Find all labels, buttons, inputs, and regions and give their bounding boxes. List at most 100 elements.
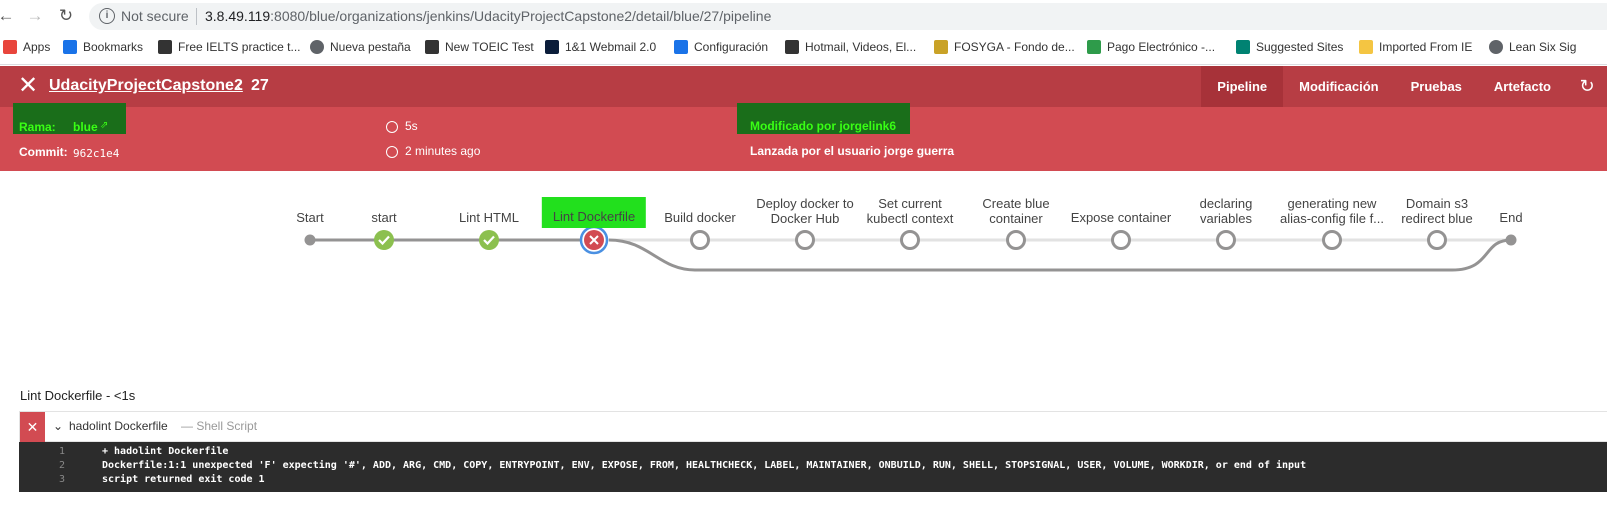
bookmark-item[interactable]: Imported From IE: [1359, 40, 1472, 54]
failed-status-icon: ✕: [20, 412, 45, 442]
bookmark-item[interactable]: Free IELTS practice t...: [158, 40, 300, 54]
yahoo-icon: [785, 40, 799, 54]
stage-label[interactable]: declaring variables: [1200, 196, 1253, 226]
bookmark-label: Free IELTS practice t...: [178, 40, 301, 54]
duration-icon: [386, 121, 398, 133]
stage-label[interactable]: Expose container: [1071, 210, 1171, 225]
address-divider: [196, 8, 197, 25]
address-bar[interactable]: i Not secure 3.8.49.119:8080/blue/organi…: [89, 3, 1607, 30]
launched-by: Lanzada por el usuario jorge guerra: [750, 144, 955, 158]
stage-not-run-node: [1427, 230, 1447, 250]
line-text: script returned exit code 1: [102, 474, 265, 485]
stage-label[interactable]: Lint Dockerfile: [541, 197, 647, 228]
connector-branch: [608, 238, 1512, 272]
rerun-icon[interactable]: ↻: [1567, 66, 1607, 107]
bookmark-label: Hotmail, Videos, El...: [805, 40, 917, 54]
gear-icon: [674, 40, 688, 54]
line-text: Dockerfile:1:1 unexpected 'F' expecting …: [102, 460, 1307, 471]
tab-tests[interactable]: Pruebas: [1395, 66, 1478, 107]
stage-not-run-node: [1006, 230, 1026, 250]
line-number[interactable]: 3: [59, 473, 65, 487]
bing-icon: [1236, 40, 1250, 54]
step-name: hadolint Dockerfile: [69, 419, 168, 433]
stage-label[interactable]: Start: [296, 210, 323, 225]
stage-label[interactable]: Domain s3 redirect blue: [1401, 196, 1473, 226]
star-icon: [63, 40, 77, 54]
bookmark-item[interactable]: Configuración: [674, 40, 768, 54]
endpoint-node: [1505, 234, 1517, 246]
commit-label: Commit:: [19, 145, 68, 159]
stage-not-run-node: [1322, 230, 1342, 250]
globe-icon: [310, 40, 324, 54]
bookmark-item[interactable]: New TOEIC Test: [425, 40, 534, 54]
bookmark-item[interactable]: Hotmail, Videos, El...: [785, 40, 916, 54]
globe-icon: [1489, 40, 1503, 54]
stage-success-node: [479, 230, 499, 250]
stage-label[interactable]: generating new alias-config file f...: [1280, 196, 1384, 226]
step-row[interactable]: ✕ ⌄ hadolint Dockerfile — Shell Script: [19, 411, 1607, 442]
bookmark-item[interactable]: Lean Six Sig: [1489, 40, 1576, 54]
reload-icon[interactable]: ↻: [56, 6, 76, 26]
commit-hash[interactable]: 962c1e4: [73, 147, 119, 160]
bookmark-label: Pago Electrónico -...: [1107, 40, 1216, 54]
forward-arrow-icon[interactable]: →: [25, 6, 45, 26]
tab-artifacts[interactable]: Artefacto: [1478, 66, 1567, 107]
bookmark-label: Bookmarks: [83, 40, 144, 54]
external-link-icon[interactable]: ⇗: [100, 120, 108, 131]
step-type: — Shell Script: [181, 419, 258, 433]
bookmark-item[interactable]: Bookmarks: [63, 40, 143, 54]
bookmark-item[interactable]: FOSYGA - Fondo de...: [934, 40, 1075, 54]
bookmark-item[interactable]: Suggested Sites: [1236, 40, 1343, 54]
bookmark-item[interactable]: Apps: [3, 40, 50, 54]
stage-not-run-node: [900, 230, 920, 250]
console-output: 1 + hadolint Dockerfile 2 Dockerfile:1:1 un…: [19, 442, 1607, 492]
back-arrow-icon[interactable]: ←: [0, 6, 16, 26]
tab-changes[interactable]: Modificación: [1283, 66, 1394, 107]
stage-label[interactable]: Build docker: [664, 210, 736, 225]
console-line: 3 script returned exit code 1: [19, 473, 1607, 487]
apps-grid-icon: [3, 40, 17, 54]
bookmark-label: Configuración: [694, 40, 769, 54]
ielts-icon: [158, 40, 172, 54]
run-number: 27: [251, 77, 269, 94]
bookmark-item[interactable]: Nueva pestaña: [310, 40, 411, 54]
fosyga-icon: [934, 40, 948, 54]
run-summary: Rama: blue ⇗ Commit: 962c1e4 5s 2 minute…: [0, 103, 1607, 171]
duration-value: 5s: [405, 119, 418, 133]
stage-label[interactable]: Deploy docker to Docker Hub: [756, 196, 854, 226]
bookmark-item[interactable]: Pago Electrónico -...: [1087, 40, 1215, 54]
chevron-down-icon[interactable]: ⌄: [53, 419, 63, 433]
bookmark-label: FOSYGA - Fondo de...: [954, 40, 1075, 54]
pipeline-graph: Start start Lint HTML Lint Dockerfile Build …: [0, 171, 1607, 371]
console-line: 1 + hadolint Dockerfile: [19, 445, 1607, 459]
bookmark-item[interactable]: 1&1 Webmail 2.0: [545, 40, 656, 54]
stage-label[interactable]: start: [371, 210, 396, 225]
pago-icon: [1087, 40, 1101, 54]
bookmark-label: Apps: [23, 40, 51, 54]
time-ago: 2 minutes ago: [405, 144, 481, 158]
bookmark-label: Nueva pestaña: [330, 40, 411, 54]
stage-not-run-node: [1216, 230, 1236, 250]
stage-label[interactable]: Lint HTML: [459, 210, 519, 225]
folder-icon: [1359, 40, 1373, 54]
bookmark-label: Imported From IE: [1379, 40, 1473, 54]
stage-not-run-node: [1111, 230, 1131, 250]
stage-label[interactable]: Set current kubectl context: [867, 196, 954, 226]
project-name-link[interactable]: UdacityProjectCapstone2: [49, 77, 243, 95]
chevron-left-icon: ‹: [236, 75, 242, 95]
stage-label[interactable]: End: [1499, 210, 1522, 225]
url-path: :8080/blue/organizations/jenkins/Udacity…: [270, 8, 772, 24]
endpoint-node: [304, 234, 316, 246]
tab-pipeline[interactable]: Pipeline: [1201, 66, 1284, 107]
url-text[interactable]: 3.8.49.119:8080/blue/organizations/jenki…: [205, 8, 771, 24]
info-icon[interactable]: i: [99, 8, 115, 24]
console-line: 2 Dockerfile:1:1 unexpected 'F' expecting…: [19, 459, 1607, 473]
url-host: 3.8.49.119: [205, 8, 271, 24]
line-number[interactable]: 1: [59, 445, 65, 459]
stage-label[interactable]: Create blue container: [982, 196, 1049, 226]
bookmark-label: 1&1 Webmail 2.0: [565, 40, 657, 54]
branch-link[interactable]: blue: [73, 120, 98, 134]
toeic-icon: [425, 40, 439, 54]
close-icon[interactable]: ✕: [18, 74, 38, 98]
line-number[interactable]: 2: [59, 459, 65, 473]
